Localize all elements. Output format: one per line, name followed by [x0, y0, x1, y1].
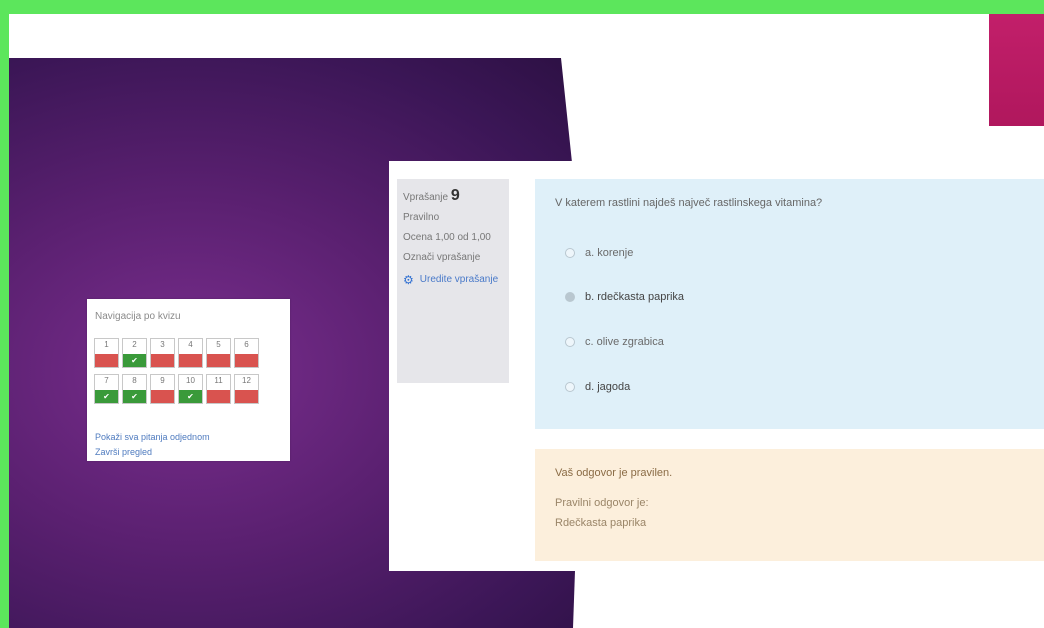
- question-number: 9: [450, 187, 460, 204]
- radio-icon[interactable]: [565, 292, 575, 302]
- question-nav-number: 7: [104, 376, 109, 385]
- question-nav-number: 10: [186, 376, 195, 385]
- question-nav-number: 12: [242, 376, 251, 385]
- question-nav-button[interactable]: 9: [150, 374, 175, 404]
- flag-question-link[interactable]: Označi vprašanje: [403, 251, 503, 265]
- answer-label: c. olive zgrabica: [585, 336, 664, 348]
- question-state-mark: [207, 354, 230, 367]
- answer-option-b[interactable]: b. rdečkasta paprika: [565, 291, 684, 303]
- question-state-mark: ✔: [179, 390, 202, 403]
- question-nav-number: 1: [104, 340, 109, 349]
- radio-icon[interactable]: [565, 337, 575, 347]
- question-nav-button[interactable]: 10 ✔: [178, 374, 203, 404]
- edit-question-link[interactable]: ⚙ Uredite vprašanje: [403, 273, 503, 287]
- question-nav-button[interactable]: 11: [206, 374, 231, 404]
- question-info-panel: Vprašanje 9 Pravilno Ocena 1,00 od 1,00 …: [397, 179, 509, 383]
- question-state-mark: [95, 354, 118, 367]
- question-state-mark: ✔: [123, 390, 146, 403]
- question-nav-button[interactable]: 3: [150, 338, 175, 368]
- feedback-result: Vaš odgovor je pravilen.: [555, 467, 673, 479]
- question-status: Pravilno: [403, 212, 440, 223]
- question-nav-number: 11: [214, 376, 223, 385]
- answer-option-a[interactable]: a. korenje: [565, 247, 633, 259]
- question-nav-number: 9: [160, 376, 165, 385]
- answer-label: a. korenje: [585, 247, 634, 259]
- question-state-mark: ✔: [123, 354, 146, 367]
- question-card: Vprašanje 9 Pravilno Ocena 1,00 od 1,00 …: [389, 161, 1044, 571]
- question-nav-button[interactable]: 5: [206, 338, 231, 368]
- question-nav-button[interactable]: 12: [234, 374, 259, 404]
- radio-icon[interactable]: [565, 248, 575, 258]
- question-nav-number: 6: [244, 340, 249, 349]
- question-label: Vprašanje: [403, 192, 449, 203]
- edit-question-label: Uredite vprašanje: [419, 274, 499, 285]
- question-state-mark: [235, 390, 258, 403]
- question-nav-button[interactable]: 8 ✔: [122, 374, 147, 404]
- question-grid: 1 2 ✔ 3 4 5 6 7 ✔ 8 ✔ 9 10 ✔ 11 12: [94, 338, 264, 404]
- question-content: V katerem rastlini najdeš največ rastlin…: [535, 179, 1044, 429]
- question-state-mark: [179, 354, 202, 367]
- feedback-box: Vaš odgovor je pravilen. Pravilni odgovo…: [535, 449, 1044, 561]
- question-nav-button[interactable]: 6: [234, 338, 259, 368]
- question-state-mark: [207, 390, 230, 403]
- question-state-mark: ✔: [95, 390, 118, 403]
- question-state-mark: [151, 390, 174, 403]
- question-text: V katerem rastlini najdeš največ rastlin…: [555, 197, 823, 209]
- question-nav-number: 3: [160, 340, 165, 349]
- question-nav-number: 4: [188, 340, 193, 349]
- question-nav-button[interactable]: 2 ✔: [122, 338, 147, 368]
- question-state-mark: [235, 354, 258, 367]
- answer-option-c[interactable]: c. olive zgrabica: [565, 336, 664, 348]
- check-icon: ✔: [131, 392, 138, 401]
- correct-answer-prefix: Pravilni odgovor je:: [555, 497, 649, 509]
- question-nav-number: 5: [216, 340, 221, 349]
- answer-label: b. rdečkasta paprika: [585, 291, 685, 303]
- question-nav-button[interactable]: 4: [178, 338, 203, 368]
- check-icon: ✔: [131, 356, 138, 365]
- show-all-link[interactable]: Pokaži sva pitanja odjednom: [95, 432, 210, 442]
- quiz-navigation-title: Navigacija po kvizu: [95, 311, 181, 322]
- check-icon: ✔: [103, 392, 110, 401]
- gear-icon: ⚙: [403, 273, 414, 287]
- answer-label: d. jagoda: [585, 381, 631, 393]
- accent-bar: [989, 14, 1044, 126]
- question-nav-number: 2: [132, 340, 137, 349]
- finish-review-link[interactable]: Završi pregled: [95, 447, 152, 457]
- question-state-mark: [151, 354, 174, 367]
- question-nav-number: 8: [132, 376, 137, 385]
- check-icon: ✔: [187, 392, 194, 401]
- quiz-navigation-block: Navigacija po kvizu 1 2 ✔ 3 4 5 6 7 ✔ 8 ✔ 9 10 ✔ 11 12 …: [87, 299, 290, 461]
- slide-frame: Navigacija po kvizu 1 2 ✔ 3 4 5 6 7 ✔ 8 ✔ 9 10 ✔ 11 12 …: [9, 14, 1044, 628]
- question-nav-button[interactable]: 1: [94, 338, 119, 368]
- radio-icon[interactable]: [565, 382, 575, 392]
- answer-option-d[interactable]: d. jagoda: [565, 381, 630, 393]
- question-score: Ocena 1,00 od 1,00: [403, 232, 491, 243]
- correct-answer-text: Rdečkasta paprika: [555, 517, 647, 529]
- question-nav-button[interactable]: 7 ✔: [94, 374, 119, 404]
